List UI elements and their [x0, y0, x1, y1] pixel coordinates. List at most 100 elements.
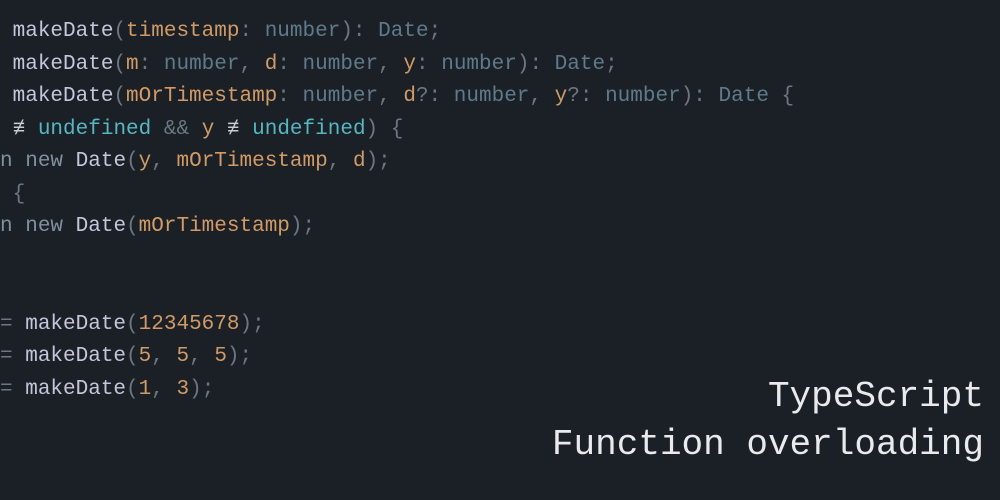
code-token: ;: [252, 313, 265, 336]
code-token: [0, 248, 13, 271]
code-token: makeDate: [13, 85, 114, 108]
code-token: number: [454, 85, 530, 108]
code-token: y: [202, 118, 215, 141]
code-token: undefined: [252, 118, 365, 141]
code-token: ): [681, 85, 694, 108]
code-token: {: [378, 118, 403, 141]
code-token: d: [403, 85, 416, 108]
code-token: [441, 85, 454, 108]
code-token: (: [126, 150, 139, 173]
code-token: d: [265, 53, 278, 76]
code-token: makeDate: [13, 53, 114, 76]
code-token: ): [366, 118, 379, 141]
code-token: number: [265, 20, 341, 43]
code-token: (: [126, 215, 139, 238]
code-token: (: [113, 20, 126, 43]
code-token: ;: [429, 20, 442, 43]
code-token: ;: [605, 53, 618, 76]
title-line-1: TypeScript: [552, 373, 984, 422]
code-line: makeDate(timestamp: number): Date;: [0, 16, 1000, 49]
code-token: [0, 85, 13, 108]
code-token: Date: [719, 85, 769, 108]
title-line-2: Function overloading: [552, 421, 984, 470]
code-token: ): [227, 345, 240, 368]
code-token: [0, 118, 13, 141]
code-token: ;: [202, 378, 215, 401]
code-token: :: [139, 53, 152, 76]
code-token: ): [290, 215, 303, 238]
code-line: [0, 276, 1000, 309]
code-token: ,: [378, 85, 391, 108]
code-token: (: [126, 345, 139, 368]
code-token: [25, 118, 38, 141]
code-token: [592, 85, 605, 108]
code-token: [542, 53, 555, 76]
code-token: mOrTimestamp: [177, 150, 328, 173]
code-token: ;: [303, 215, 316, 238]
code-token: new: [25, 215, 63, 238]
code-token: [340, 150, 353, 173]
code-token: :: [277, 85, 290, 108]
code-token: m: [126, 53, 139, 76]
code-token: ;: [240, 345, 253, 368]
code-token: [164, 345, 177, 368]
code-token: n: [0, 215, 25, 238]
code-token: ,: [378, 53, 391, 76]
code-token: [240, 118, 253, 141]
code-token: (: [126, 378, 139, 401]
code-token: :: [239, 20, 252, 43]
code-token: Date: [76, 215, 126, 238]
code-token: (: [126, 313, 139, 336]
code-token: makeDate: [25, 378, 126, 401]
code-token: ,: [328, 150, 341, 173]
code-token: [252, 20, 265, 43]
code-token: timestamp: [126, 20, 239, 43]
code-token: [0, 53, 13, 76]
code-token: [63, 215, 76, 238]
code-line: n new Date(mOrTimestamp);: [0, 211, 1000, 244]
code-token: ): [366, 150, 379, 173]
code-token: new: [25, 150, 63, 173]
code-token: :: [416, 53, 429, 76]
code-token: [214, 118, 227, 141]
code-token: Date: [555, 53, 605, 76]
code-token: ≢: [227, 118, 240, 141]
code-token: Date: [378, 20, 428, 43]
code-line: makeDate(m: number, d: number, y: number…: [0, 49, 1000, 82]
code-token: ,: [240, 53, 253, 76]
code-token: :: [529, 53, 542, 76]
code-token: [202, 345, 215, 368]
code-token: mOrTimestamp: [126, 85, 277, 108]
title-overlay: TypeScript Function overloading: [552, 373, 984, 470]
code-token: ≢: [13, 118, 26, 141]
code-token: ?:: [416, 85, 441, 108]
code-token: =: [0, 345, 25, 368]
code-token: ): [239, 313, 252, 336]
code-token: [542, 85, 555, 108]
code-token: d: [353, 150, 366, 173]
code-token: [164, 150, 177, 173]
code-token: [290, 53, 303, 76]
code-token: [391, 53, 404, 76]
code-token: (: [113, 85, 126, 108]
code-token: ?:: [567, 85, 592, 108]
code-token: [252, 53, 265, 76]
code-line: = makeDate(12345678);: [0, 309, 1000, 342]
code-token: [151, 118, 164, 141]
code-token: [63, 150, 76, 173]
code-token: {: [769, 85, 794, 108]
code-token: number: [605, 85, 681, 108]
code-token: [189, 118, 202, 141]
code-token: number: [441, 53, 517, 76]
code-token: ,: [189, 345, 202, 368]
code-token: 5: [176, 345, 189, 368]
code-token: ): [189, 378, 202, 401]
code-token: undefined: [38, 118, 151, 141]
code-block: makeDate(timestamp: number): Date; makeD…: [0, 0, 1000, 407]
code-token: mOrTimestamp: [139, 215, 290, 238]
code-token: =: [0, 378, 25, 401]
code-line: [0, 244, 1000, 277]
code-token: number: [303, 53, 379, 76]
code-token: ;: [378, 150, 391, 173]
code-token: ,: [151, 378, 164, 401]
